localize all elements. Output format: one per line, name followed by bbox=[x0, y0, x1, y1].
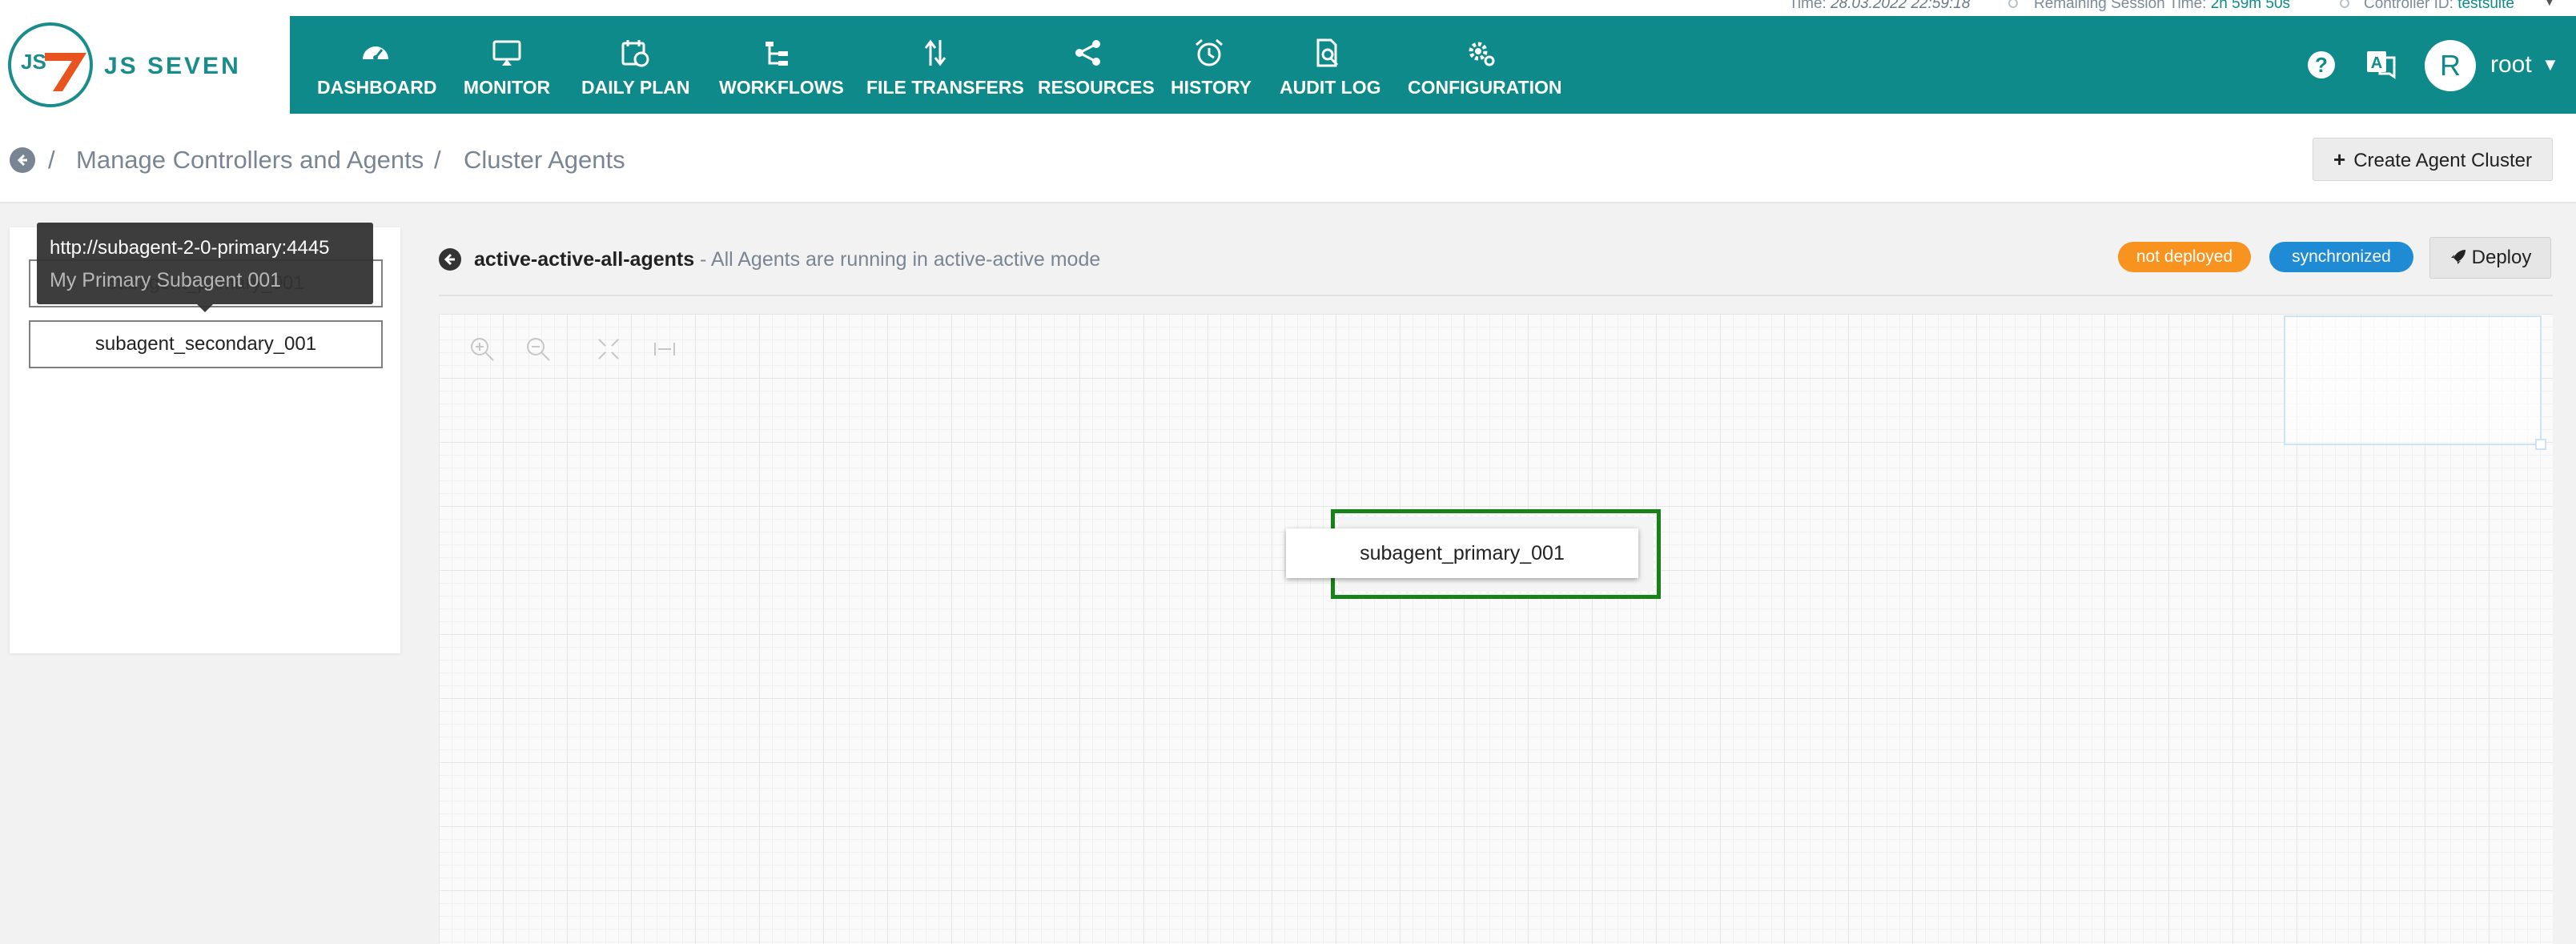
language-icon[interactable]: A bbox=[2365, 50, 2397, 80]
zoom-out-icon[interactable] bbox=[525, 336, 551, 362]
subagent-node[interactable]: subagent_primary_001 bbox=[1286, 528, 1638, 578]
time-label: Time: bbox=[1789, 0, 1827, 12]
js7-logo-icon: JS bbox=[8, 22, 93, 107]
time-display: Time: 28.03.2022 22:59:18 bbox=[1789, 0, 1970, 13]
back-arrow-icon[interactable] bbox=[10, 147, 35, 173]
separator-circle-icon bbox=[2008, 0, 2018, 8]
tooltip-arrow bbox=[197, 304, 213, 312]
nav-dashboard[interactable]: DASHBOARD bbox=[317, 16, 437, 114]
separator-circle-icon bbox=[2340, 0, 2349, 8]
alarm-clock-icon bbox=[1196, 38, 1223, 66]
rocket-icon bbox=[2450, 250, 2465, 264]
help-icon[interactable]: ? bbox=[2308, 51, 2335, 78]
plus-icon: + bbox=[2333, 147, 2346, 171]
breadcrumb-manage-controllers[interactable]: Manage Controllers and Agents bbox=[76, 146, 424, 175]
minimap[interactable] bbox=[2284, 315, 2546, 450]
session-time-display: Remaining Session Time: 2h 59m 50s bbox=[2034, 0, 2290, 13]
nav-label: CONFIGURATION bbox=[1408, 77, 1562, 98]
nav-label: FILE TRANSFERS bbox=[866, 77, 1024, 98]
cluster-description: - All Agents are running in active-activ… bbox=[700, 248, 1101, 271]
nav-history[interactable]: HISTORY bbox=[1171, 16, 1252, 114]
nav-daily-plan[interactable]: DAILY PLAN bbox=[581, 16, 689, 114]
zoom-in-icon[interactable] bbox=[469, 336, 495, 362]
nav-label: HISTORY bbox=[1171, 77, 1252, 98]
user-name[interactable]: root bbox=[2490, 51, 2532, 78]
minimap-resize-handle[interactable] bbox=[2535, 439, 2546, 450]
user-avatar[interactable]: R bbox=[2425, 40, 2476, 91]
subagent-label: subagent_secondary_001 bbox=[94, 333, 317, 355]
session-label: Remaining Session Time: bbox=[2034, 0, 2207, 12]
actual-size-icon[interactable] bbox=[652, 336, 677, 362]
breadcrumb-separator: / bbox=[434, 146, 441, 174]
fit-to-screen-icon[interactable] bbox=[596, 336, 621, 362]
controller-value: testsuite bbox=[2457, 0, 2514, 12]
session-value: 2h 59m 50s bbox=[2210, 0, 2291, 12]
cluster-graph-canvas[interactable]: subagent_primary_001 bbox=[439, 314, 2553, 944]
nav-audit-log[interactable]: AUDIT LOG bbox=[1280, 16, 1381, 114]
nav-label: WORKFLOWS bbox=[719, 77, 844, 98]
nav-label: DASHBOARD bbox=[317, 77, 437, 98]
tooltip-title: My Primary Subagent 001 bbox=[50, 269, 282, 291]
nav-workflows[interactable]: WORKFLOWS bbox=[719, 16, 844, 114]
nav-resources[interactable]: RESOURCES bbox=[1038, 16, 1155, 114]
create-agent-cluster-button[interactable]: + Create Agent Cluster bbox=[2313, 138, 2553, 181]
language-letter: A bbox=[2371, 54, 2382, 72]
cluster-name: active-active-all-agents bbox=[474, 248, 695, 271]
logo[interactable]: JS JS SEVEN bbox=[0, 16, 290, 114]
status-strip: Time: 28.03.2022 22:59:18 Remaining Sess… bbox=[0, 0, 2576, 16]
share-nodes-icon bbox=[1075, 40, 1100, 66]
breadcrumb-cluster-agents: Cluster Agents bbox=[464, 146, 625, 174]
nav-file-transfers[interactable]: FILE TRANSFERS bbox=[866, 16, 1024, 114]
subagent-node-label: subagent_primary_001 bbox=[1360, 542, 1565, 564]
nav-label: MONITOR bbox=[463, 77, 551, 98]
chevron-down-icon[interactable]: ▼ bbox=[2543, 0, 2556, 10]
top-navigation-bar: JS JS SEVEN DASHBOARD MONITOR DAILY PLAN bbox=[0, 16, 2576, 114]
dashboard-gauge-icon bbox=[363, 46, 388, 60]
monitor-icon bbox=[492, 40, 521, 66]
breadcrumb-separator: / bbox=[48, 146, 55, 174]
document-search-icon bbox=[1316, 38, 1339, 67]
deploy-button[interactable]: Deploy bbox=[2429, 237, 2551, 279]
controller-selector[interactable]: Controller ID: testsuite bbox=[2364, 0, 2514, 13]
transfer-arrows-icon bbox=[924, 39, 946, 66]
subagent-tooltip: http://subagent-2-0-primary:4445 My Prim… bbox=[37, 223, 373, 312]
calendar-clock-icon bbox=[621, 40, 649, 67]
deploy-status-badge: not deployed bbox=[2118, 242, 2251, 272]
deploy-label: Deploy bbox=[2471, 247, 2532, 268]
create-agent-cluster-label: Create Agent Cluster bbox=[2353, 150, 2532, 171]
sync-status-badge: synchronized bbox=[2269, 242, 2413, 272]
logo-text: JS SEVEN bbox=[104, 53, 241, 79]
controller-label: Controller ID: bbox=[2364, 0, 2453, 12]
chevron-down-icon[interactable]: ▼ bbox=[2542, 54, 2559, 75]
workflow-tree-icon bbox=[766, 42, 788, 66]
nav-label: RESOURCES bbox=[1038, 77, 1155, 98]
nav-configuration[interactable]: CONFIGURATION bbox=[1408, 16, 1562, 114]
back-arrow-icon[interactable] bbox=[439, 248, 461, 271]
cluster-header: active-active-all-agents - All Agents ar… bbox=[439, 232, 2553, 296]
gears-icon bbox=[1469, 42, 1495, 66]
time-value: 28.03.2022 22:59:18 bbox=[1831, 0, 1971, 12]
nav-label: DAILY PLAN bbox=[581, 77, 690, 98]
breadcrumb: / Manage Controllers and Agents / Cluste… bbox=[0, 114, 2576, 203]
nav-label: AUDIT LOG bbox=[1280, 77, 1381, 98]
tooltip-url: http://subagent-2-0-primary:4445 bbox=[50, 237, 330, 259]
subagent-item-secondary[interactable]: subagent_secondary_001 bbox=[29, 320, 383, 368]
nav-monitor[interactable]: MONITOR bbox=[460, 16, 554, 114]
